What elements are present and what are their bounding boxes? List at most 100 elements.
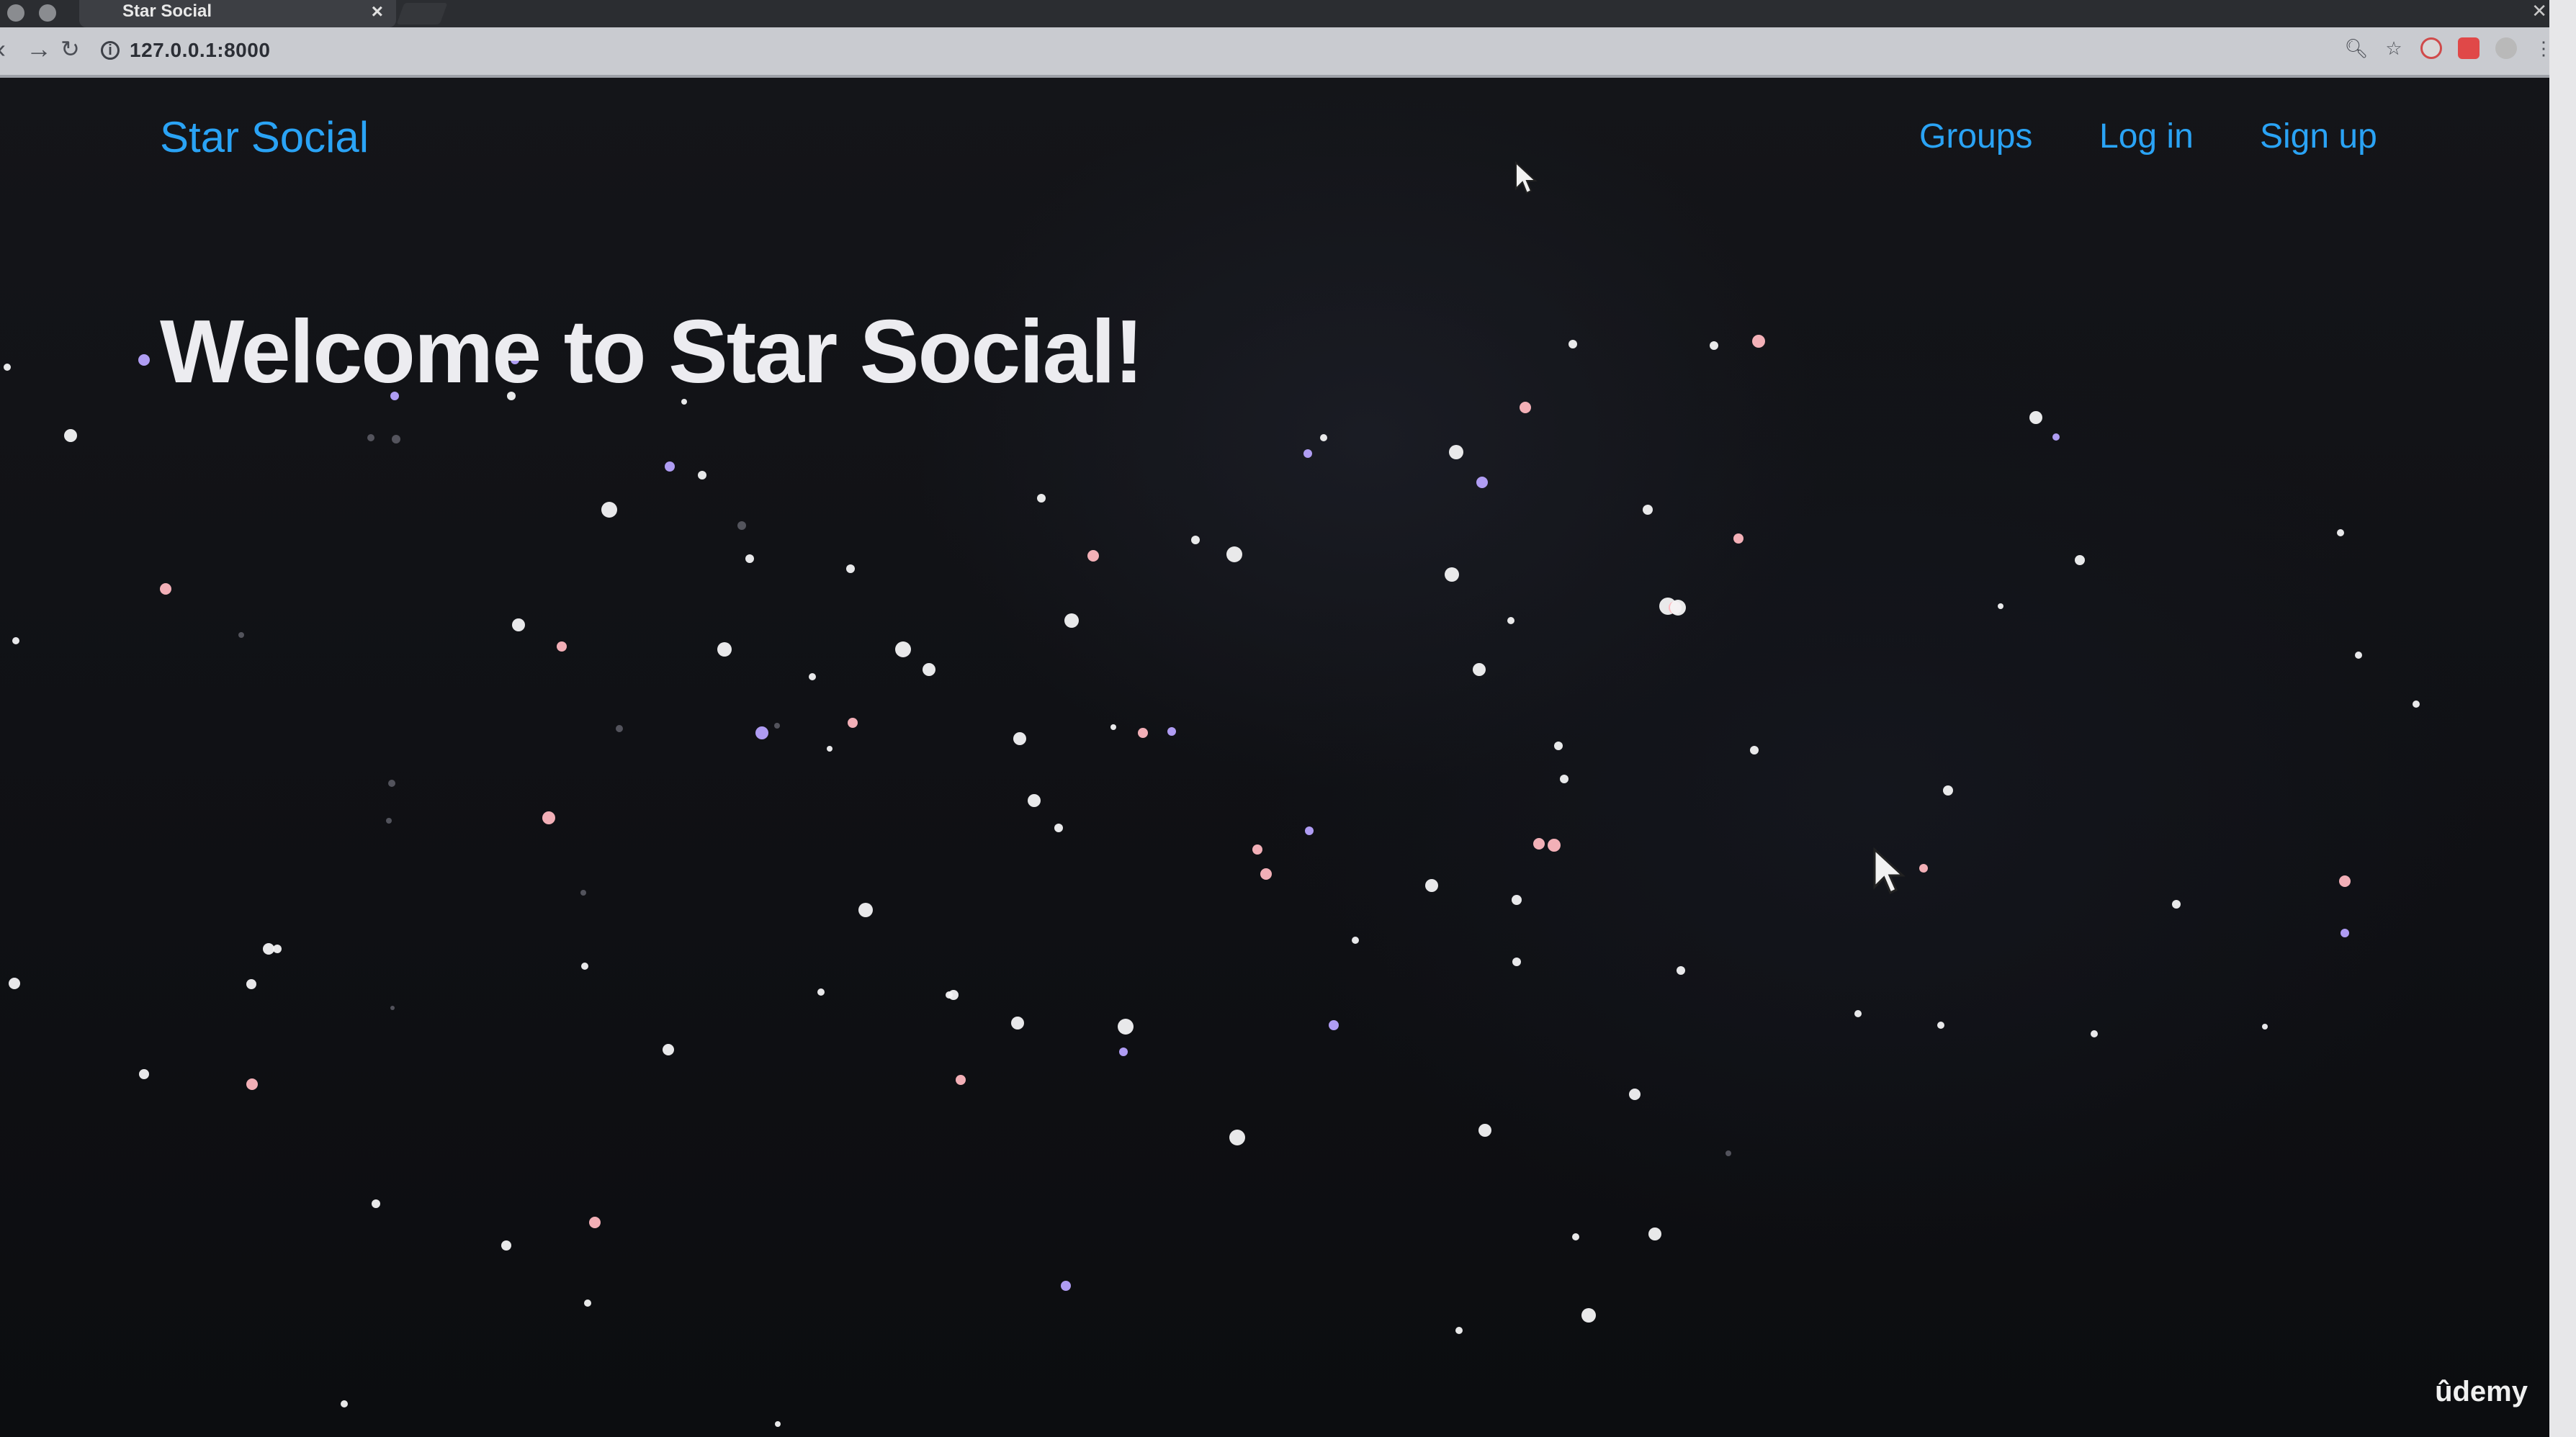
star-dot xyxy=(584,1299,591,1307)
brand-link[interactable]: Star Social xyxy=(160,112,369,162)
star-dot xyxy=(372,1199,380,1208)
star-dot xyxy=(1013,732,1026,745)
star-dot xyxy=(1669,601,1682,614)
star-dot xyxy=(581,963,588,970)
star-dot xyxy=(390,1006,395,1010)
star-dot xyxy=(846,564,855,573)
star-dot xyxy=(1581,1308,1596,1323)
star-dot xyxy=(817,988,825,996)
star-dot xyxy=(755,726,768,739)
toolbar-icons: 🔍︎ ☆ ⋮ xyxy=(2345,37,2554,59)
info-icon[interactable]: i xyxy=(101,41,120,60)
star-dot xyxy=(501,1240,511,1251)
window-buttons xyxy=(7,4,56,22)
star-dot xyxy=(956,1075,966,1085)
star-dot xyxy=(1937,1022,1944,1029)
star-dot xyxy=(1572,1233,1579,1240)
star-dot xyxy=(367,434,374,441)
star-dot xyxy=(1260,868,1272,880)
close-window-icon[interactable] xyxy=(7,4,24,22)
star-dot xyxy=(2172,900,2181,909)
star-dot xyxy=(1087,550,1099,562)
star-dot xyxy=(1569,340,1577,348)
star-dot xyxy=(601,502,617,518)
star-dot xyxy=(1226,546,1242,562)
star-dot xyxy=(392,435,400,443)
star-dot xyxy=(663,1044,674,1055)
star-dot xyxy=(1998,603,2003,609)
star-dot xyxy=(1329,1020,1339,1030)
star-dot xyxy=(745,554,754,563)
star-dot xyxy=(1061,1281,1071,1291)
star-dot xyxy=(698,471,706,479)
star-dot xyxy=(1560,775,1569,783)
star-dot xyxy=(341,1400,348,1407)
star-dot xyxy=(858,903,873,917)
star-dot xyxy=(1445,567,1459,582)
star-dot xyxy=(386,818,392,824)
star-dot xyxy=(946,991,953,999)
back-icon[interactable]: ‹ xyxy=(0,36,6,62)
star-dot xyxy=(1752,335,1765,348)
star-dot xyxy=(1320,434,1327,441)
forward-arrow-icon[interactable]: → xyxy=(26,36,52,62)
omnibox[interactable]: i 127.0.0.1:8000 xyxy=(101,36,270,65)
star-dot xyxy=(1455,1327,1463,1334)
star-dot xyxy=(1919,864,1928,873)
star-dot xyxy=(1733,533,1743,544)
star-dot xyxy=(1473,663,1486,676)
star-dot xyxy=(1305,826,1314,835)
zoom-icon[interactable]: 🔍︎ xyxy=(2345,37,2369,59)
star-dot xyxy=(1191,536,1200,544)
extension-icon[interactable] xyxy=(2495,37,2517,59)
bookmark-star-icon[interactable]: ☆ xyxy=(2383,37,2405,59)
star-dot xyxy=(1028,794,1041,807)
minimize-window-icon[interactable] xyxy=(39,4,56,22)
star-dot xyxy=(1252,844,1262,855)
star-dot xyxy=(139,1069,149,1079)
star-dot xyxy=(1476,477,1488,488)
star-dot xyxy=(12,637,19,644)
star-dot xyxy=(1677,966,1685,975)
star-dot xyxy=(775,1421,781,1427)
star-dot xyxy=(2355,652,2362,659)
extension-icon[interactable] xyxy=(2420,37,2442,59)
star-dot xyxy=(1118,1019,1134,1035)
window-control-icon[interactable]: ✕ xyxy=(2531,0,2547,22)
browser-tab[interactable]: Star Social × xyxy=(79,0,396,27)
star-dot xyxy=(388,780,395,787)
star-dot xyxy=(1449,445,1463,459)
reload-icon[interactable]: ↻ xyxy=(60,36,80,62)
star-dot xyxy=(1750,746,1759,754)
star-dot xyxy=(717,642,732,657)
browser-tab-bar: Star Social × ✕ xyxy=(0,0,2576,27)
star-dot xyxy=(1554,742,1563,750)
star-dot xyxy=(1478,1124,1491,1137)
star-dot xyxy=(1854,1010,1862,1017)
extension-icon[interactable] xyxy=(2458,37,2479,59)
starfield-background xyxy=(4,335,2420,1427)
star-dot xyxy=(1119,1048,1128,1056)
url-text[interactable]: 127.0.0.1:8000 xyxy=(130,39,270,62)
star-dot xyxy=(1710,341,1718,350)
star-dot xyxy=(1648,1227,1661,1240)
nav-link-signup[interactable]: Sign up xyxy=(2260,117,2377,156)
star-dot xyxy=(809,673,816,680)
tab-close-icon[interactable]: × xyxy=(372,0,383,23)
star-dot xyxy=(580,890,586,896)
new-tab-button[interactable] xyxy=(396,3,448,24)
nav-link-login[interactable]: Log in xyxy=(2099,117,2194,156)
star-dot xyxy=(2052,433,2060,441)
star-dot xyxy=(1138,728,1148,738)
star-dot xyxy=(273,945,282,953)
web-page: Star Social Groups Log in Sign up Welcom… xyxy=(0,78,2549,1437)
tab-title: Star Social xyxy=(122,1,212,21)
star-dot xyxy=(774,723,780,729)
star-dot xyxy=(1352,937,1359,944)
star-dot xyxy=(1943,785,1953,796)
nav-link-groups[interactable]: Groups xyxy=(1919,117,2032,156)
star-dot xyxy=(1520,402,1531,413)
star-dot xyxy=(2262,1024,2268,1030)
star-dot xyxy=(948,990,959,1000)
star-dot xyxy=(2091,1030,2098,1037)
